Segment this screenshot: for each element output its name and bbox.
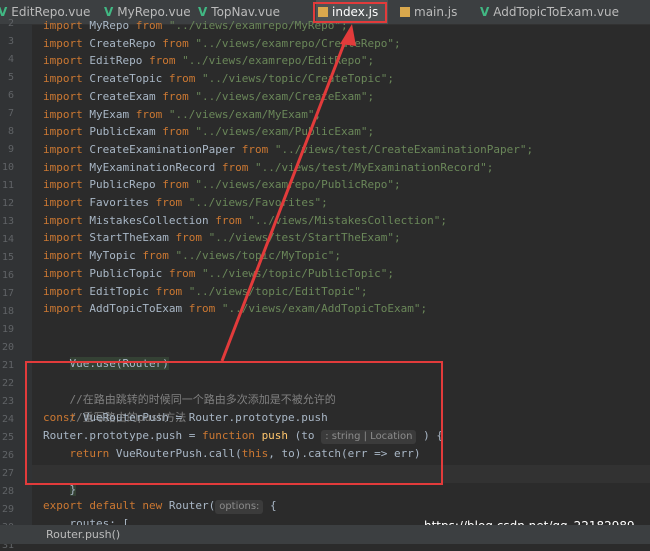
annotation-arrow xyxy=(220,24,356,362)
breadcrumb-status-bar: Router.push() xyxy=(0,525,650,544)
breadcrumb[interactable]: Router.push() xyxy=(46,528,120,541)
